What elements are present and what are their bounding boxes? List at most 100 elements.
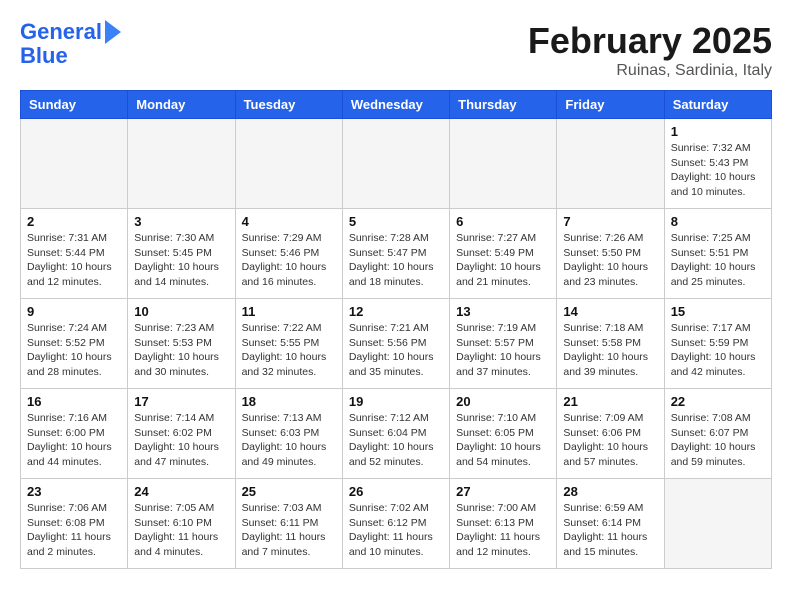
- day-cell: 26 Sunrise: 7:02 AM Sunset: 6:12 PM Dayli…: [342, 479, 449, 569]
- day-info: Sunrise: 7:18 AM Sunset: 5:58 PM Dayligh…: [563, 321, 657, 380]
- day-number: 3: [134, 214, 228, 229]
- day-info: Sunrise: 7:22 AM Sunset: 5:55 PM Dayligh…: [242, 321, 336, 380]
- logo: General Blue: [20, 20, 121, 68]
- day-info: Sunrise: 7:16 AM Sunset: 6:00 PM Dayligh…: [27, 411, 121, 470]
- logo-text: General: [20, 20, 102, 44]
- day-cell: 13Sunrise: 7:19 AM Sunset: 5:57 PM Dayli…: [450, 299, 557, 389]
- calendar-table: SundayMondayTuesdayWednesdayThursdayFrid…: [20, 90, 772, 569]
- day-number: 11: [242, 304, 336, 319]
- day-number: 17: [134, 394, 228, 409]
- calendar-header: SundayMondayTuesdayWednesdayThursdayFrid…: [21, 91, 772, 119]
- day-cell: 9 Sunrise: 7:24 AM Sunset: 5:52 PM Daylig…: [21, 299, 128, 389]
- day-number: 19: [349, 394, 443, 409]
- day-info: Sunrise: 7:05 AM Sunset: 6:10 PM Dayligh…: [134, 501, 228, 560]
- month-title: February 2025: [528, 20, 772, 62]
- day-number: 10: [134, 304, 228, 319]
- day-cell: [450, 119, 557, 209]
- day-info: Sunrise: 7:32 AM Sunset: 5:43 PM Dayligh…: [671, 141, 765, 200]
- day-cell: 15 Sunrise: 7:17 AM Sunset: 5:59 PM Dayli…: [664, 299, 771, 389]
- day-info: Sunrise: 7:14 AM Sunset: 6:02 PM Dayligh…: [134, 411, 228, 470]
- day-number: 18: [242, 394, 336, 409]
- day-info: Sunrise: 7:23 AM Sunset: 5:53 PM Dayligh…: [134, 321, 228, 380]
- day-cell: 23 Sunrise: 7:06 AM Sunset: 6:08 PM Dayli…: [21, 479, 128, 569]
- day-cell: 24Sunrise: 7:05 AM Sunset: 6:10 PM Dayli…: [128, 479, 235, 569]
- day-number: 1: [671, 124, 765, 139]
- day-cell: 14 Sunrise: 7:18 AM Sunset: 5:58 PM Dayli…: [557, 299, 664, 389]
- day-cell: 5Sunrise: 7:28 AM Sunset: 5:47 PM Daylig…: [342, 209, 449, 299]
- day-number: 2: [27, 214, 121, 229]
- day-number: 20: [456, 394, 550, 409]
- day-cell: 28 Sunrise: 6:59 AM Sunset: 6:14 PM Dayli…: [557, 479, 664, 569]
- week-row-3: 9 Sunrise: 7:24 AM Sunset: 5:52 PM Daylig…: [21, 299, 772, 389]
- day-cell: 17 Sunrise: 7:14 AM Sunset: 6:02 PM Dayli…: [128, 389, 235, 479]
- week-row-1: 1 Sunrise: 7:32 AM Sunset: 5:43 PM Daylig…: [21, 119, 772, 209]
- day-cell: 11 Sunrise: 7:22 AM Sunset: 5:55 PM Dayli…: [235, 299, 342, 389]
- day-info: Sunrise: 7:28 AM Sunset: 5:47 PM Dayligh…: [349, 231, 443, 290]
- day-cell: 18 Sunrise: 7:13 AM Sunset: 6:03 PM Dayli…: [235, 389, 342, 479]
- day-number: 28: [563, 484, 657, 499]
- day-info: Sunrise: 7:21 AM Sunset: 5:56 PM Dayligh…: [349, 321, 443, 380]
- day-cell: 6Sunrise: 7:27 AM Sunset: 5:49 PM Daylig…: [450, 209, 557, 299]
- day-number: 23: [27, 484, 121, 499]
- days-of-week-row: SundayMondayTuesdayWednesdayThursdayFrid…: [21, 91, 772, 119]
- day-header-friday: Friday: [557, 91, 664, 119]
- day-info: Sunrise: 7:13 AM Sunset: 6:03 PM Dayligh…: [242, 411, 336, 470]
- day-cell: 7 Sunrise: 7:26 AM Sunset: 5:50 PM Daylig…: [557, 209, 664, 299]
- day-cell: 25Sunrise: 7:03 AM Sunset: 6:11 PM Dayli…: [235, 479, 342, 569]
- day-number: 21: [563, 394, 657, 409]
- day-info: Sunrise: 7:24 AM Sunset: 5:52 PM Dayligh…: [27, 321, 121, 380]
- day-cell: 12Sunrise: 7:21 AM Sunset: 5:56 PM Dayli…: [342, 299, 449, 389]
- day-info: Sunrise: 7:30 AM Sunset: 5:45 PM Dayligh…: [134, 231, 228, 290]
- day-info: Sunrise: 7:00 AM Sunset: 6:13 PM Dayligh…: [456, 501, 550, 560]
- day-header-monday: Monday: [128, 91, 235, 119]
- day-number: 9: [27, 304, 121, 319]
- day-number: 7: [563, 214, 657, 229]
- day-cell: 21Sunrise: 7:09 AM Sunset: 6:06 PM Dayli…: [557, 389, 664, 479]
- day-info: Sunrise: 7:29 AM Sunset: 5:46 PM Dayligh…: [242, 231, 336, 290]
- page-header: General Blue February 2025 Ruinas, Sardi…: [20, 20, 772, 80]
- day-info: Sunrise: 7:10 AM Sunset: 6:05 PM Dayligh…: [456, 411, 550, 470]
- day-info: Sunrise: 7:27 AM Sunset: 5:49 PM Dayligh…: [456, 231, 550, 290]
- day-info: Sunrise: 7:17 AM Sunset: 5:59 PM Dayligh…: [671, 321, 765, 380]
- day-number: 14: [563, 304, 657, 319]
- logo-general: General: [20, 19, 102, 44]
- day-number: 22: [671, 394, 765, 409]
- day-cell: [664, 479, 771, 569]
- day-cell: 8 Sunrise: 7:25 AM Sunset: 5:51 PM Daylig…: [664, 209, 771, 299]
- logo-arrow-icon: [105, 20, 121, 44]
- day-info: Sunrise: 7:02 AM Sunset: 6:12 PM Dayligh…: [349, 501, 443, 560]
- day-number: 4: [242, 214, 336, 229]
- day-number: 8: [671, 214, 765, 229]
- title-block: February 2025 Ruinas, Sardinia, Italy: [528, 20, 772, 80]
- day-number: 25: [242, 484, 336, 499]
- week-row-2: 2 Sunrise: 7:31 AM Sunset: 5:44 PM Daylig…: [21, 209, 772, 299]
- day-cell: 27 Sunrise: 7:00 AM Sunset: 6:13 PM Dayli…: [450, 479, 557, 569]
- day-info: Sunrise: 7:31 AM Sunset: 5:44 PM Dayligh…: [27, 231, 121, 290]
- day-cell: 4 Sunrise: 7:29 AM Sunset: 5:46 PM Daylig…: [235, 209, 342, 299]
- day-header-tuesday: Tuesday: [235, 91, 342, 119]
- day-cell: 19 Sunrise: 7:12 AM Sunset: 6:04 PM Dayli…: [342, 389, 449, 479]
- day-cell: 20 Sunrise: 7:10 AM Sunset: 6:05 PM Dayli…: [450, 389, 557, 479]
- day-info: Sunrise: 7:12 AM Sunset: 6:04 PM Dayligh…: [349, 411, 443, 470]
- logo-blue: Blue: [20, 44, 121, 68]
- day-info: Sunrise: 7:26 AM Sunset: 5:50 PM Dayligh…: [563, 231, 657, 290]
- day-cell: 22Sunrise: 7:08 AM Sunset: 6:07 PM Dayli…: [664, 389, 771, 479]
- day-header-sunday: Sunday: [21, 91, 128, 119]
- day-info: Sunrise: 6:59 AM Sunset: 6:14 PM Dayligh…: [563, 501, 657, 560]
- day-number: 26: [349, 484, 443, 499]
- day-info: Sunrise: 7:25 AM Sunset: 5:51 PM Dayligh…: [671, 231, 765, 290]
- day-cell: 1 Sunrise: 7:32 AM Sunset: 5:43 PM Daylig…: [664, 119, 771, 209]
- day-header-thursday: Thursday: [450, 91, 557, 119]
- day-header-saturday: Saturday: [664, 91, 771, 119]
- day-info: Sunrise: 7:06 AM Sunset: 6:08 PM Dayligh…: [27, 501, 121, 560]
- week-row-4: 16Sunrise: 7:16 AM Sunset: 6:00 PM Dayli…: [21, 389, 772, 479]
- day-cell: 2 Sunrise: 7:31 AM Sunset: 5:44 PM Daylig…: [21, 209, 128, 299]
- calendar-body: 1 Sunrise: 7:32 AM Sunset: 5:43 PM Daylig…: [21, 119, 772, 569]
- day-number: 13: [456, 304, 550, 319]
- day-cell: [342, 119, 449, 209]
- day-header-wednesday: Wednesday: [342, 91, 449, 119]
- day-number: 27: [456, 484, 550, 499]
- day-cell: [128, 119, 235, 209]
- day-cell: 3 Sunrise: 7:30 AM Sunset: 5:45 PM Daylig…: [128, 209, 235, 299]
- day-number: 15: [671, 304, 765, 319]
